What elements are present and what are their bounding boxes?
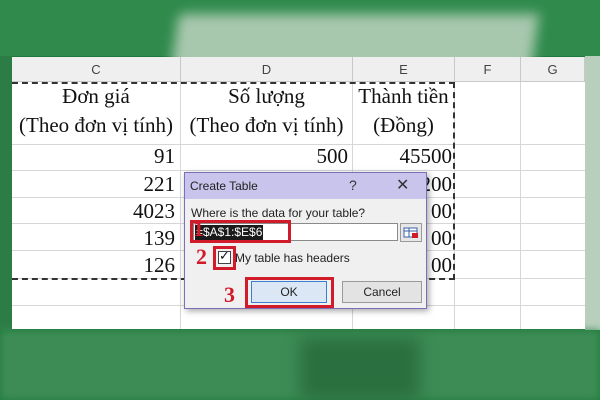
- help-icon[interactable]: ?: [349, 177, 357, 193]
- step-number-2: 2: [196, 244, 207, 269]
- highlight-ok-box: [245, 277, 334, 308]
- column-header-f[interactable]: F: [455, 57, 521, 82]
- column-header-c[interactable]: C: [12, 57, 181, 82]
- range-prompt-label: Where is the data for your table?: [191, 206, 366, 220]
- collapse-dialog-button[interactable]: [400, 223, 422, 242]
- column-header-e[interactable]: E: [353, 57, 455, 82]
- step-number-1: 1: [193, 216, 204, 241]
- background-left-edge: [0, 56, 12, 330]
- highlight-checkbox-box: [213, 246, 236, 270]
- gridline: [520, 82, 521, 329]
- cancel-button[interactable]: Cancel: [342, 281, 422, 303]
- column-header-g[interactable]: G: [521, 57, 585, 82]
- background-right-edge: [585, 56, 600, 330]
- column-header-d[interactable]: D: [181, 57, 353, 82]
- background-shadow: [300, 338, 420, 400]
- step-number-3: 3: [224, 282, 235, 307]
- highlight-range-box: [190, 220, 291, 243]
- range-selector-icon: [403, 227, 418, 238]
- dialog-title: Create Table: [190, 179, 258, 193]
- headers-checkbox-label[interactable]: My table has headers: [235, 251, 350, 265]
- close-icon[interactable]: ✕: [396, 175, 409, 195]
